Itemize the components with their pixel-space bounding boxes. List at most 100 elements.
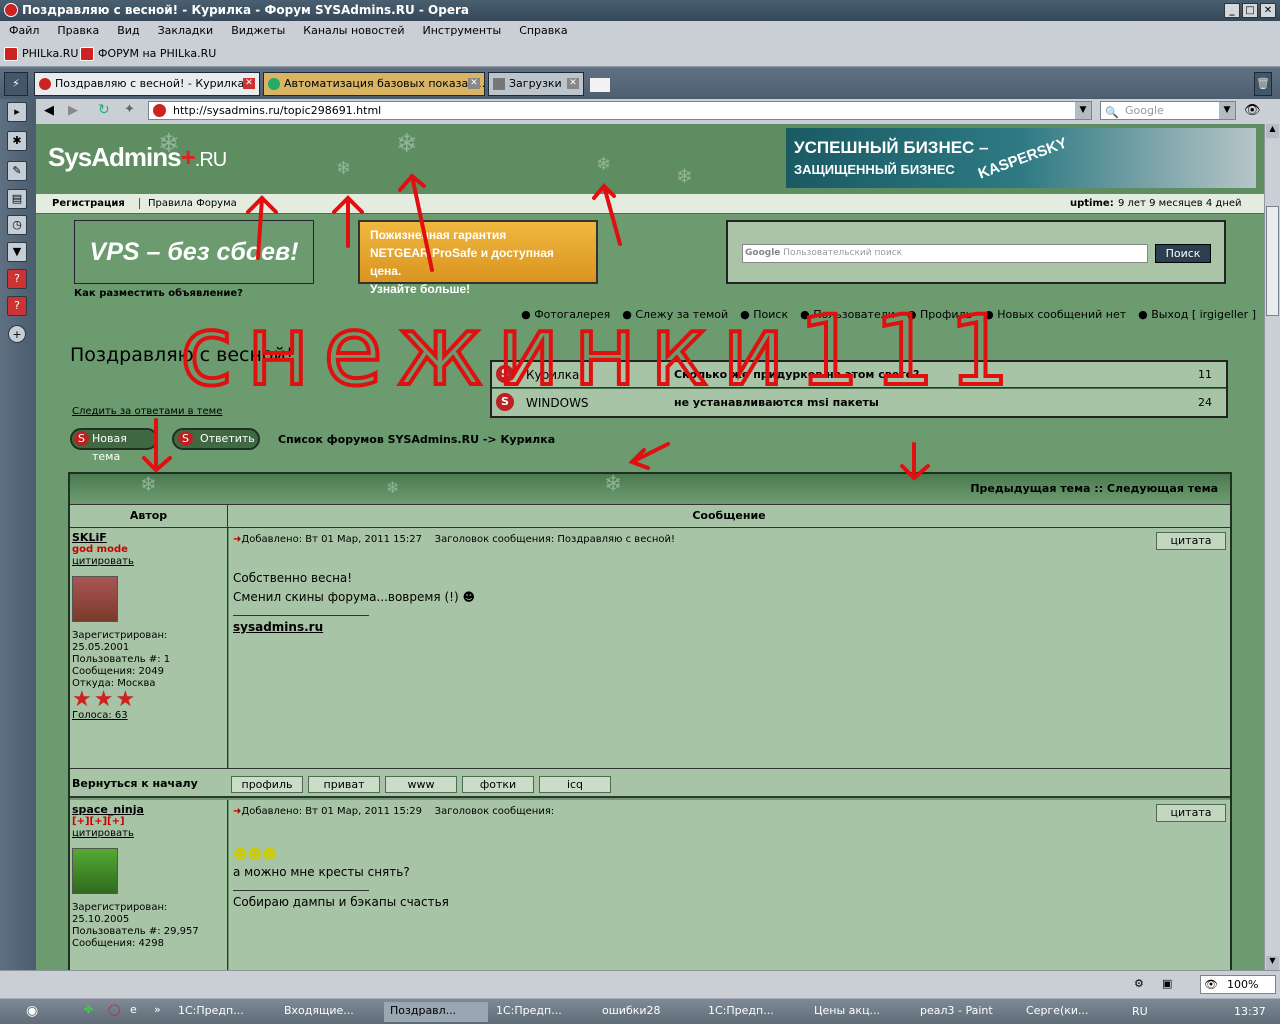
network-icon[interactable]: ⚙ — [1134, 977, 1144, 990]
taskbar-item[interactable]: Поздравл... — [384, 1002, 488, 1022]
image-toggle-icon[interactable]: ▣ — [1162, 977, 1172, 990]
quote-button[interactable]: цитата — [1156, 804, 1226, 822]
related-title[interactable]: не устанавливаются msi пакеты — [674, 396, 879, 409]
address-input[interactable]: http://sysadmins.ru/topic298691.html ▼ — [148, 101, 1092, 120]
scroll-thumb[interactable] — [1266, 206, 1279, 316]
search-input[interactable]: 🔍 Google ▼ — [1100, 101, 1236, 120]
taskbar-item[interactable]: 1С:Предп... — [702, 1002, 806, 1022]
gallery-link[interactable]: ● Фотогалерея — [521, 308, 610, 321]
scroll-down-icon[interactable]: ▼ — [1266, 956, 1279, 970]
search-engine-icon[interactable]: 🔍 — [1105, 104, 1119, 121]
menu-tools[interactable]: Инструменты — [422, 24, 501, 37]
taskbar-item[interactable]: реал3 - Paint — [914, 1002, 1018, 1022]
bookmark-philka[interactable]: PHILka.RU — [4, 46, 78, 62]
taskbar-item[interactable]: Входящие... — [278, 1002, 382, 1022]
custom-search-button[interactable]: Поиск — [1155, 244, 1211, 263]
more-quicklaunch-icon[interactable]: » — [154, 1003, 161, 1016]
menu-edit[interactable]: Правка — [57, 24, 99, 37]
opera-quicklaunch-icon[interactable]: ◯ — [108, 1003, 120, 1016]
tab-close-icon[interactable]: ✕ — [567, 78, 579, 89]
ie-quicklaunch-icon[interactable]: e — [130, 1003, 137, 1016]
menu-bookmarks[interactable]: Закладки — [158, 24, 214, 37]
watch-topic-link[interactable]: Следить за ответами в теме — [72, 406, 222, 417]
menu-view[interactable]: Вид — [117, 24, 139, 37]
tab-close-icon[interactable]: ✕ — [243, 78, 255, 89]
scroll-up-icon[interactable]: ▲ — [1266, 124, 1279, 138]
history-icon[interactable]: ◷ — [7, 215, 27, 235]
address-dropdown-icon[interactable]: ▼ — [1075, 102, 1091, 119]
quote-button[interactable]: цитата — [1156, 532, 1226, 550]
taskbar-item[interactable]: 1С:Предп... — [490, 1002, 594, 1022]
speed-dial-icon[interactable]: ⚡ — [4, 72, 28, 96]
author-name[interactable]: SKLiF — [72, 532, 225, 544]
home-icon[interactable]: ✦ — [124, 102, 135, 117]
tab-close-icon[interactable]: ✕ — [468, 78, 480, 89]
new-topic-button[interactable]: S Новая тема — [70, 428, 158, 463]
related-row[interactable]: S WINDOWS не устанавливаются msi пакеты … — [492, 389, 1226, 416]
transfers-icon[interactable]: ▼ — [7, 242, 27, 262]
breadcrumb[interactable]: Список форумов SYSAdmins.RU -> Курилка — [278, 433, 555, 446]
users-link[interactable]: ● Пользователи — [800, 308, 895, 321]
prev-next-links[interactable]: Предыдущая тема :: Следующая тема — [970, 482, 1218, 495]
bookmark-forum-philka[interactable]: ФОРУМ на PHILka.RU — [80, 46, 216, 62]
save-icon[interactable]: ▤ — [7, 189, 27, 209]
related-forum[interactable]: Курилка — [526, 368, 579, 382]
icq-button[interactable]: icq — [539, 776, 611, 793]
votes-link[interactable]: Голоса: 63 — [72, 710, 225, 722]
www-button[interactable]: www — [385, 776, 457, 793]
related-title[interactable]: Сколько же придурков на этом свете? — [674, 368, 919, 381]
language-indicator[interactable]: RU — [1132, 1005, 1148, 1018]
trash-icon[interactable]: 🗑 — [1254, 72, 1272, 96]
close-button[interactable]: ✕ — [1260, 3, 1276, 18]
taskbar-item[interactable]: Цены акц... — [808, 1002, 912, 1022]
taskbar-item[interactable]: Серге(ки... — [1020, 1002, 1120, 1022]
taskbar-item[interactable]: 1С:Предп... — [172, 1002, 276, 1022]
menu-widgets[interactable]: Виджеты — [231, 24, 285, 37]
profile-link[interactable]: ● Профиль — [907, 308, 972, 321]
philka-panel-icon[interactable]: ? — [7, 269, 27, 289]
author-name[interactable]: space_ninja — [72, 804, 225, 816]
kaspersky-banner[interactable]: УСПЕШНЫЙ БИЗНЕС – ЗАЩИЩЕННЫЙ БИЗНЕС KASP… — [786, 128, 1256, 188]
pm-button[interactable]: приват — [308, 776, 380, 793]
site-logo[interactable]: SysAdmins+.RU — [48, 142, 227, 173]
widgets-icon[interactable]: ✱ — [7, 131, 27, 151]
view-icon[interactable]: 👁 — [1244, 103, 1261, 118]
signature-link[interactable]: sysadmins.ru — [233, 620, 1226, 634]
back-to-top-link[interactable]: Вернуться к началу — [72, 777, 198, 790]
new-messages-link[interactable]: ● Новых сообщений нет — [984, 308, 1126, 321]
menu-file[interactable]: Файл — [9, 24, 39, 37]
avatar[interactable] — [72, 848, 118, 894]
search-dropdown-icon[interactable]: ▼ — [1219, 102, 1235, 119]
taskbar-item[interactable]: ошибки28 — [596, 1002, 700, 1022]
reply-button[interactable]: S Ответить — [172, 428, 260, 450]
search-link[interactable]: ● Поиск — [740, 308, 788, 321]
philka-forum-panel-icon[interactable]: ? — [7, 296, 27, 316]
maximize-button[interactable]: □ — [1242, 3, 1258, 18]
menu-feeds[interactable]: Каналы новостей — [303, 24, 404, 37]
netgear-ad[interactable]: Пожизненная гарантия NETGEAR ProSafe и до… — [358, 220, 598, 296]
back-icon[interactable]: ◀ — [44, 103, 54, 118]
watched-link[interactable]: ● Слежу за темой — [622, 308, 728, 321]
notes-icon[interactable]: ✎ — [7, 161, 27, 181]
minimize-button[interactable]: _ — [1224, 3, 1240, 18]
logout-link[interactable]: ● Выход [ irgigeller ] — [1138, 308, 1256, 321]
tab-downloads[interactable]: Загрузки ✕ — [488, 72, 584, 96]
register-link[interactable]: Регистрация — [38, 198, 140, 209]
rules-link[interactable]: Правила Форума — [148, 198, 237, 209]
page-scrollbar[interactable]: ▲ ▼ — [1264, 124, 1280, 970]
start-icon[interactable]: ◉ — [26, 1003, 38, 1019]
new-tab-button[interactable] — [590, 78, 610, 92]
related-row[interactable]: S Курилка Сколько же придурков на этом с… — [492, 362, 1226, 388]
quicklaunch-icon[interactable]: ✤ — [84, 1003, 93, 1016]
profile-button[interactable]: профиль — [231, 776, 303, 793]
menu-help[interactable]: Справка — [519, 24, 567, 37]
quote-link[interactable]: цитировать — [72, 556, 225, 568]
custom-search-input[interactable]: Google Пользовательский поиск — [742, 244, 1148, 263]
quote-link[interactable]: цитировать — [72, 828, 225, 840]
forward-icon[interactable]: ▶ — [68, 103, 78, 118]
related-forum[interactable]: WINDOWS — [526, 396, 589, 410]
vps-ad[interactable]: VPS – без сбоев! — [74, 220, 314, 284]
photos-button[interactable]: фотки — [462, 776, 534, 793]
zoom-select[interactable]: 👁 100% — [1200, 975, 1276, 994]
add-panel-icon[interactable]: + — [8, 325, 26, 343]
